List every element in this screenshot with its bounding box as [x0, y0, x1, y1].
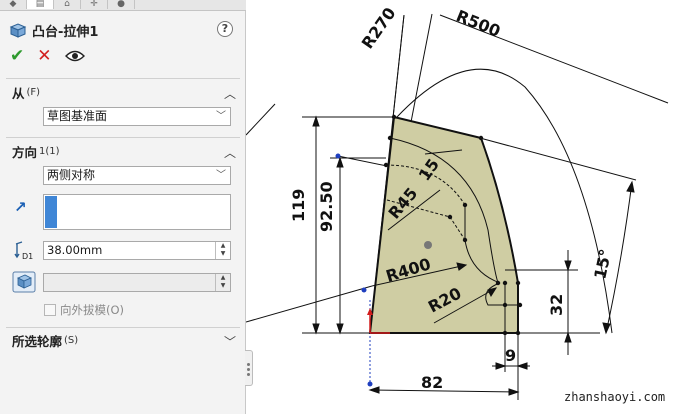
sketch-point: [502, 302, 508, 308]
help-button[interactable]: ?: [217, 21, 233, 37]
depth-spinner[interactable]: ▲ ▼: [215, 242, 230, 259]
corner-line: [245, 103, 276, 136]
selection-highlight: [45, 196, 57, 228]
arrowhead: [626, 180, 635, 193]
dim-angle-15[interactable]: 15°: [590, 247, 615, 281]
r270-extension: [392, 14, 405, 119]
divider: [6, 327, 240, 328]
manager-tabs: ◆ ▤ ⌂ ✛ ●: [0, 0, 246, 11]
chevron-down-icon: ﹀: [216, 170, 226, 181]
arrowhead: [508, 388, 520, 396]
draft-outward-checkbox[interactable]: [44, 304, 56, 316]
sketch-point: [502, 280, 508, 286]
sketch-point: [478, 135, 484, 141]
boss-extrude-icon: [9, 23, 27, 38]
section-direction-label: 方向: [12, 144, 38, 160]
blue-sketch-point: [361, 287, 367, 293]
draft-outward-label: 向外拔模(O): [60, 303, 125, 317]
tab-display-manager[interactable]: ●: [108, 0, 135, 9]
arrowhead: [312, 323, 320, 335]
draft-toggle-icon[interactable]: [12, 271, 36, 293]
sketch-point: [391, 114, 397, 120]
dim-119[interactable]: 119: [289, 189, 308, 222]
collapse-chevron-icon[interactable]: ︿: [224, 144, 236, 161]
tab-configuration-manager[interactable]: ⌂: [54, 0, 81, 9]
depth-input[interactable]: 38.00mm ▲ ▼: [43, 241, 231, 260]
action-buttons: ✔ ✕: [10, 47, 85, 65]
sketch-point: [502, 330, 508, 336]
blue-sketch-point: [367, 381, 373, 387]
dim-82[interactable]: 82: [421, 373, 443, 392]
tab-property-manager[interactable]: ▤: [27, 0, 54, 9]
sketch-point: [447, 214, 453, 220]
draft-angle-input[interactable]: ▲ ▼: [43, 273, 231, 292]
arrowhead: [368, 386, 380, 394]
sketch-point: [383, 162, 389, 168]
graphics-area[interactable]: R270 R500 119 92.50 15 R45 R400 R20 32 1…: [245, 0, 674, 414]
sketch-canvas[interactable]: R270 R500 119 92.50 15 R45 R400 R20 32 1…: [245, 0, 674, 414]
blue-sketch-point: [335, 153, 341, 159]
arrowhead: [336, 323, 344, 335]
dim-r500[interactable]: R500: [454, 6, 504, 41]
section-contours-code: (S): [64, 334, 79, 346]
from-select[interactable]: 草图基准面 ﹀: [43, 107, 231, 126]
sketch-point: [515, 330, 521, 336]
sketch-point: [462, 202, 468, 208]
expand-chevron-icon[interactable]: ﹀: [224, 333, 236, 350]
r400-leader-line: [245, 285, 373, 323]
section-from-header[interactable]: 从 (F) ︿: [12, 83, 240, 102]
arrowhead: [495, 362, 507, 370]
svg-text:D1: D1: [22, 252, 33, 261]
reverse-direction-icon[interactable]: ↗: [14, 198, 27, 216]
from-select-value: 草图基准面: [47, 109, 108, 123]
draft-outward-option[interactable]: 向外拔模(O): [44, 302, 124, 318]
arrowhead: [564, 260, 572, 272]
direction-selection-box[interactable]: [43, 194, 231, 230]
divider: [6, 78, 240, 79]
section-direction-header[interactable]: 方向 1(1) ︿: [12, 142, 240, 161]
feature-name: 凸台-拉伸1: [32, 24, 99, 40]
section-from-code: (F): [26, 86, 41, 98]
depth-d1-icon: D1: [14, 241, 33, 261]
section-direction-code: 1(1): [39, 145, 60, 157]
origin-marker: [424, 241, 432, 249]
angle-extension: [479, 137, 637, 181]
sketch-point: [517, 302, 523, 308]
sketch-point: [515, 280, 521, 286]
section-contours-header[interactable]: 所选轮廓 (S) ﹀: [12, 331, 240, 350]
collapse-chevron-icon[interactable]: ︿: [224, 85, 236, 102]
preview-eye-icon[interactable]: [64, 49, 85, 63]
divider: [6, 137, 240, 138]
cancel-button[interactable]: ✕: [37, 47, 51, 65]
arrowhead: [564, 331, 572, 343]
section-contours-label: 所选轮廓: [12, 333, 63, 349]
sketch-point: [387, 135, 393, 141]
dim-r270[interactable]: R270: [358, 4, 400, 52]
depth-value: 38.00mm: [47, 243, 103, 257]
arrowhead: [336, 156, 344, 168]
property-manager: ◆ ▤ ⌂ ✛ ● 凸台-拉伸1 ? ✔ ✕ 从 (F) ︿ 草图基准面 ﹀ 方…: [0, 0, 246, 414]
ok-button[interactable]: ✔: [10, 47, 24, 65]
tab-dimxpert[interactable]: ✛: [81, 0, 108, 9]
end-condition-value: 两侧对称: [47, 168, 96, 182]
arrowhead: [516, 362, 528, 370]
arrowhead: [312, 115, 320, 127]
draft-angle-spinner[interactable]: ▲ ▼: [215, 274, 230, 291]
arrowhead: [602, 322, 611, 335]
dim-82-line: [369, 389, 519, 393]
dim-32[interactable]: 32: [547, 294, 566, 316]
watermark-text: zhanshaoyi.com: [564, 390, 666, 404]
section-from-label: 从: [12, 85, 25, 101]
feature-title: 凸台-拉伸1: [8, 20, 98, 40]
end-condition-select[interactable]: 两侧对称 ﹀: [43, 166, 231, 185]
dim-9250[interactable]: 92.50: [317, 181, 336, 232]
chevron-down-icon: ﹀: [216, 111, 226, 122]
sketch-point: [462, 237, 468, 243]
tab-feature-manager[interactable]: ◆: [0, 0, 27, 9]
dim-9[interactable]: 9: [505, 346, 516, 365]
sketch-point: [495, 280, 501, 286]
